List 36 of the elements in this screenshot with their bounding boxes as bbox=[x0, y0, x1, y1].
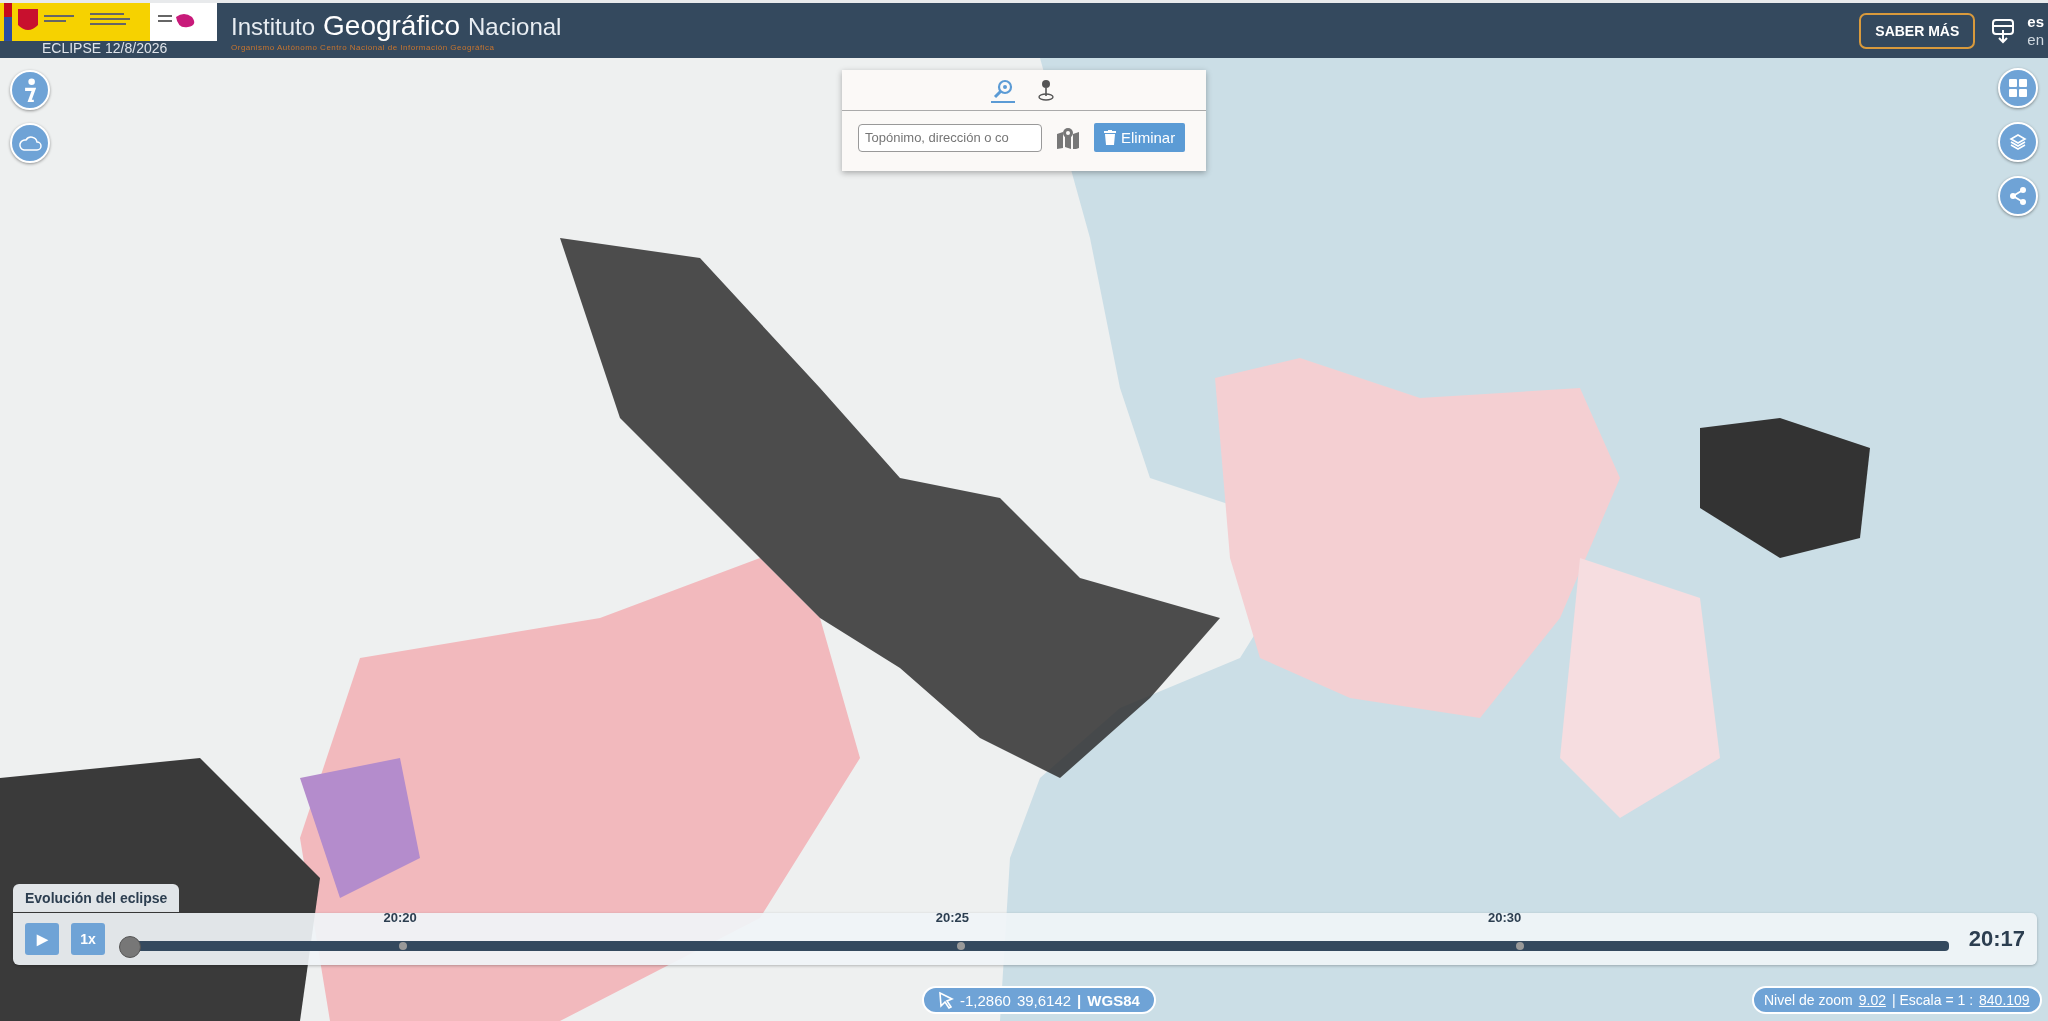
info-icon bbox=[24, 78, 36, 102]
scale-label: | Escala = 1 : bbox=[1891, 992, 1974, 1008]
coordinate-system: WGS84 bbox=[1087, 991, 1140, 1009]
site-subtitle: Organismo Autónomo Centro Nacional de Información Geográfica bbox=[231, 42, 496, 52]
layers-icon bbox=[2009, 133, 2027, 151]
zoom-value[interactable]: 9.02 bbox=[1858, 992, 1886, 1008]
site-title-word: Geográfico bbox=[323, 9, 460, 42]
learn-more-button[interactable]: SABER MÁS bbox=[1859, 12, 1976, 49]
zoom-label: Nivel de zoom bbox=[1764, 992, 1853, 1008]
language-option[interactable]: en bbox=[2027, 30, 2044, 49]
time-tick-label: 20:20 bbox=[383, 910, 417, 925]
delete-button[interactable]: Eliminar bbox=[1094, 123, 1186, 152]
coordinate-text: -1,2860 bbox=[960, 991, 1011, 1009]
separator: | bbox=[1077, 991, 1082, 1009]
share-icon bbox=[2009, 187, 2027, 205]
scale-value[interactable]: 840.109 bbox=[1979, 992, 2030, 1008]
map-icon[interactable] bbox=[1056, 126, 1080, 149]
cloud-icon bbox=[18, 135, 42, 151]
cursor-icon bbox=[938, 991, 954, 1009]
search-tab[interactable] bbox=[991, 77, 1015, 103]
site-title-word: Nacional bbox=[468, 12, 562, 41]
search-field[interactable]: Topónimo, dirección o co bbox=[858, 123, 1042, 152]
trash-icon bbox=[1104, 130, 1116, 145]
speed-button[interactable]: 1x bbox=[71, 923, 105, 955]
timeline-title: Evolución del eclipse bbox=[13, 884, 180, 912]
coordinate-text: 39,6142 bbox=[1016, 991, 1072, 1009]
time-tick-label: 20:25 bbox=[935, 910, 970, 925]
download-icon[interactable] bbox=[1991, 17, 2016, 44]
time-tick-label: 20:30 bbox=[1488, 910, 1522, 925]
current-time: 20:17 bbox=[1968, 926, 2025, 952]
event-date: ECLIPSE 12/8/2026 bbox=[41, 41, 169, 55]
grid-icon bbox=[2009, 79, 2027, 97]
language-option[interactable]: es bbox=[2027, 12, 2044, 31]
play-button[interactable]: ▶ bbox=[25, 923, 59, 955]
site-title-word: Instituto bbox=[231, 12, 316, 41]
timeline-thumb[interactable] bbox=[119, 936, 141, 958]
